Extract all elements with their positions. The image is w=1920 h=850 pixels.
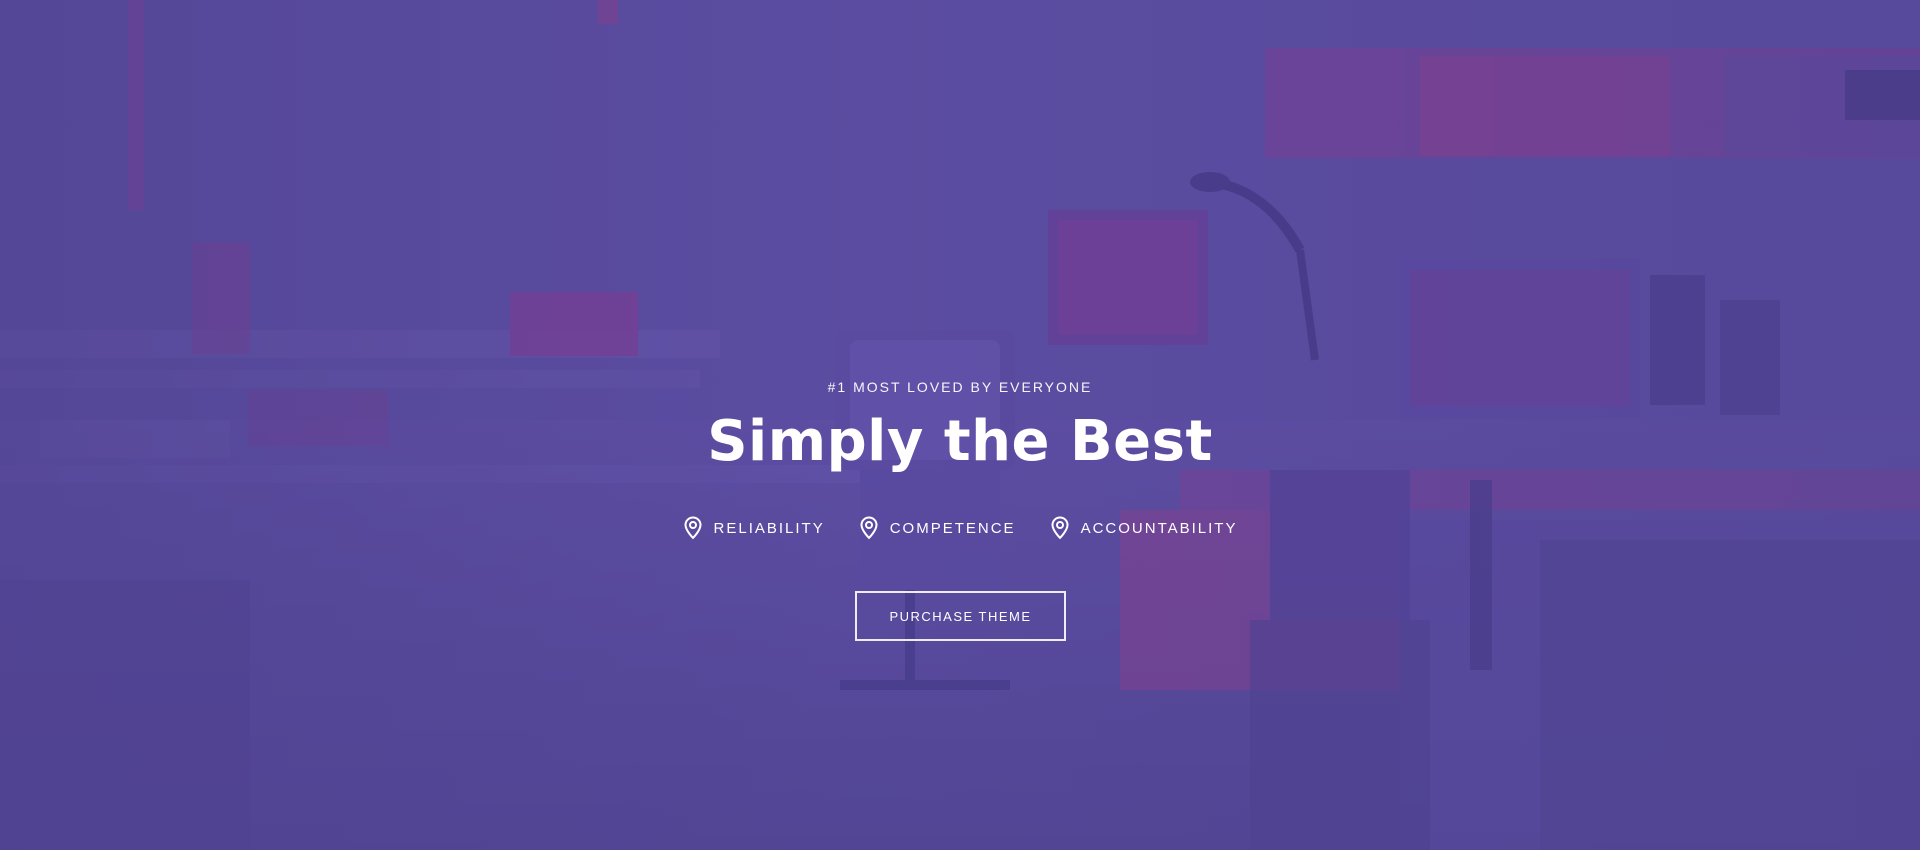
hero-title: Simply the Best	[707, 409, 1213, 474]
location-pin-icon	[1051, 516, 1069, 540]
hero-content: #1 MOST LOVED BY EVERYONE Simply the Bes…	[0, 0, 1920, 850]
feature-label-accountability: ACCOUNTABILITY	[1080, 519, 1238, 537]
feature-list: RELIABILITY COMPETENCE ACCOUNTABILITY	[0, 516, 1920, 540]
location-pin-icon	[684, 516, 702, 540]
feature-label-reliability: RELIABILITY	[713, 519, 825, 537]
purchase-theme-button[interactable]: PURCHASE THEME	[855, 591, 1066, 641]
feature-label-competence: COMPETENCE	[889, 519, 1016, 537]
hero-section: #1 MOST LOVED BY EVERYONE Simply the Bes…	[0, 0, 1920, 850]
feature-competence: COMPETENCE	[859, 516, 1016, 540]
location-pin-icon	[860, 516, 878, 540]
feature-accountability: ACCOUNTABILITY	[1050, 516, 1238, 540]
hero-eyebrow: #1 MOST LOVED BY EVERYONE	[827, 379, 1093, 395]
feature-reliability: RELIABILITY	[683, 516, 825, 540]
